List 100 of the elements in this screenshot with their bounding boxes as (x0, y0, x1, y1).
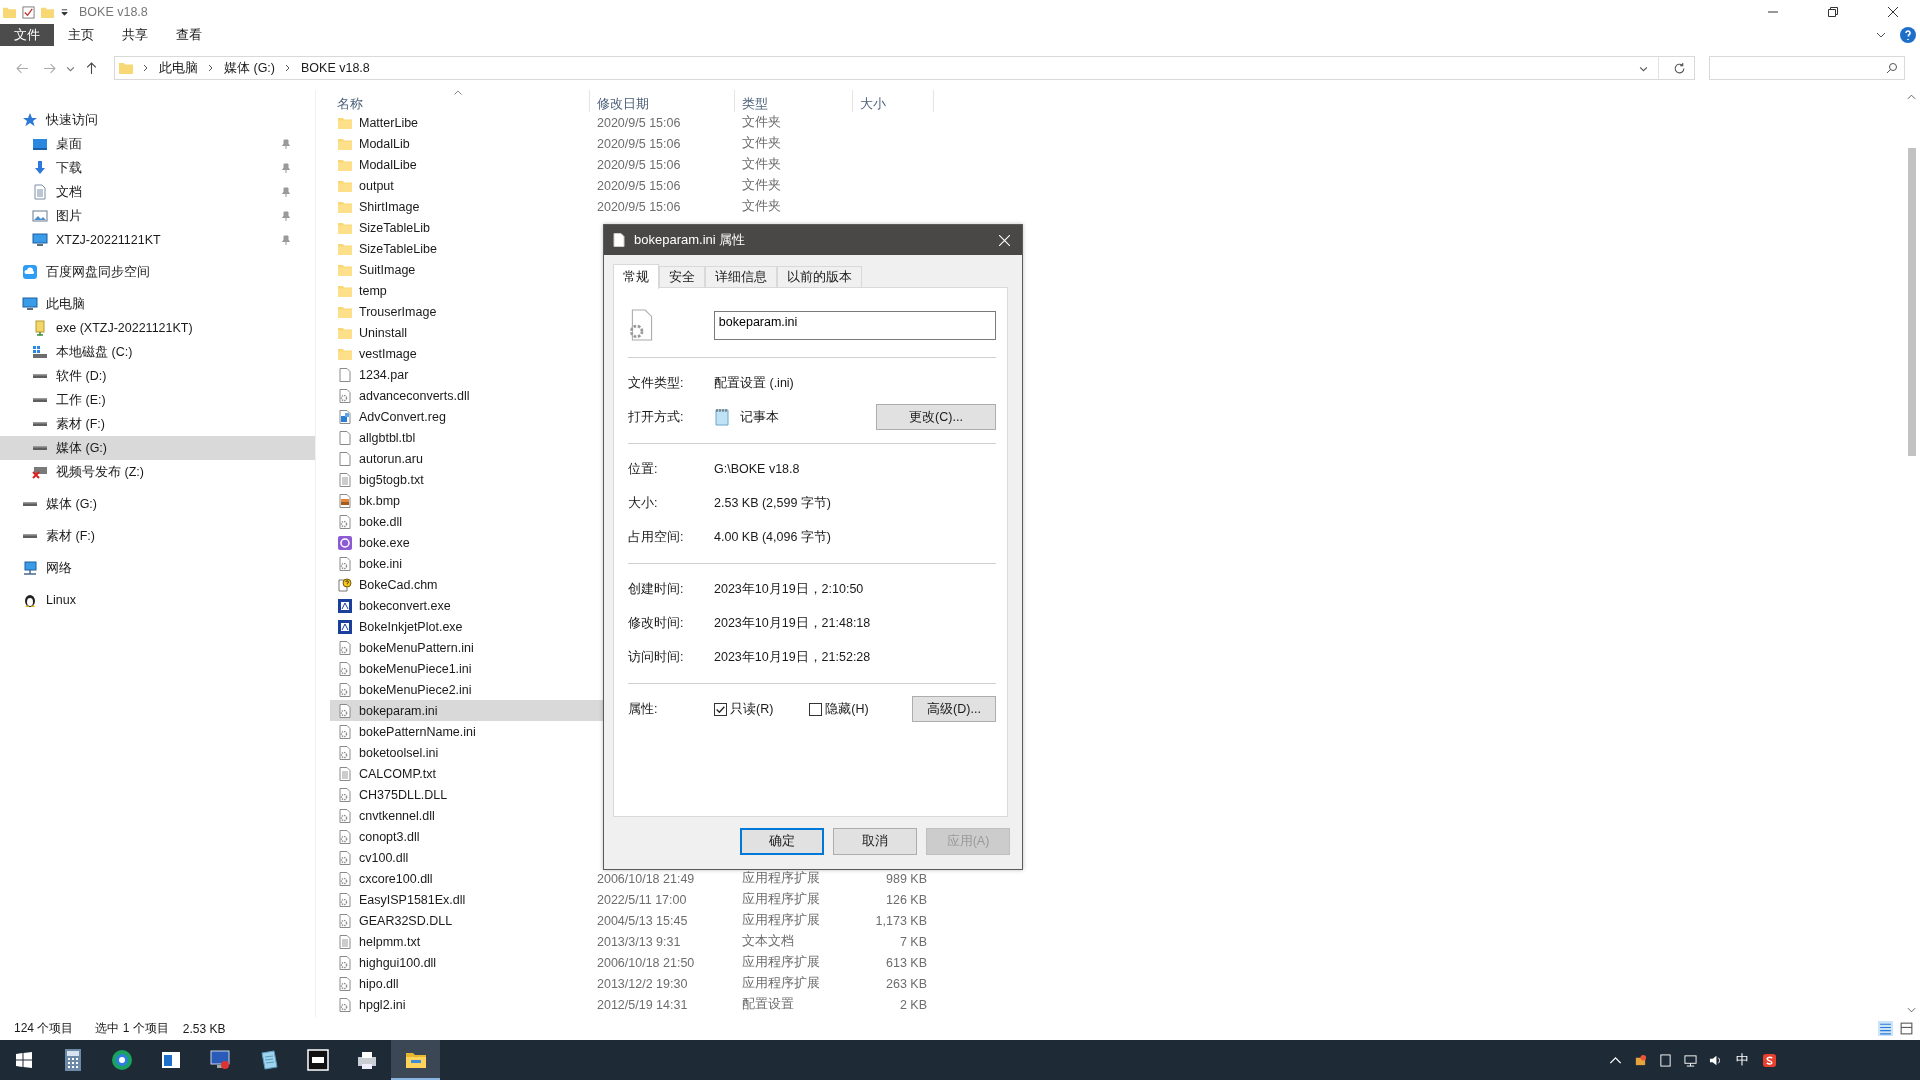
file-name[interactable]: SizeTableLibe (359, 241, 437, 256)
file-name[interactable]: cv100.dll (359, 850, 409, 865)
checkbox[interactable]: 只读(R) (714, 700, 774, 718)
nav-item[interactable]: 工作 (E:) (32, 389, 110, 411)
file-name[interactable]: bokePatternName.ini (359, 724, 476, 739)
scroll-down-icon[interactable] (1907, 1007, 1916, 1013)
file-name[interactable]: cnvtkennel.dll (359, 808, 435, 823)
taskbar-app[interactable] (391, 1040, 440, 1080)
file-name[interactable]: boke.ini (359, 556, 403, 571)
up-icon[interactable] (85, 61, 98, 75)
file-name[interactable]: temp (359, 283, 387, 298)
network-icon[interactable] (1684, 1053, 1697, 1067)
input-method-icon[interactable] (1763, 1053, 1776, 1067)
file-name[interactable]: highgui100.dll (359, 955, 437, 970)
nav-item[interactable]: 图片 (32, 205, 86, 227)
nav-item[interactable]: 文档 (32, 181, 86, 203)
chevron-icon[interactable] (1876, 30, 1886, 40)
nav-item[interactable]: 素材 (F:) (32, 413, 109, 435)
dialog-button[interactable]: 确定 (740, 828, 824, 855)
chevron-icon[interactable] (143, 64, 149, 72)
help-icon[interactable] (1900, 27, 1916, 43)
file-name[interactable]: SizeTableLib (359, 220, 430, 235)
file-name[interactable]: output (359, 178, 394, 193)
file-name[interactable]: bokeconvert.exe (359, 598, 451, 613)
file-name[interactable]: boketoolsel.ini (359, 745, 439, 760)
file-name[interactable]: vestImage (359, 346, 417, 361)
caret-icon[interactable] (60, 7, 69, 17)
dialog-button[interactable]: 取消 (833, 828, 917, 855)
chevron-icon[interactable] (208, 64, 214, 72)
checkbox[interactable]: 隐藏(H) (809, 700, 869, 718)
tab[interactable]: 常规 (613, 264, 659, 289)
chevron-icon[interactable] (285, 64, 291, 72)
file-name[interactable]: GEAR32SD.DLL (359, 913, 453, 928)
scroll-thumb[interactable] (1907, 148, 1916, 456)
file-name[interactable]: bokeMenuPiece2.ini (359, 682, 472, 697)
tab[interactable]: 以前的版本 (777, 266, 862, 288)
file-name[interactable]: CH375DLL.DLL (359, 787, 448, 802)
security-icon[interactable] (1634, 1053, 1647, 1067)
tab[interactable]: 安全 (659, 266, 705, 288)
column-header[interactable]: 名称 (330, 90, 590, 112)
file-name[interactable]: CALCOMP.txt (359, 766, 436, 781)
file-name[interactable]: EasyISP1581Ex.dll (359, 892, 466, 907)
advanced-button[interactable]: 高级(D)... (912, 696, 996, 722)
file-name[interactable]: ShirtImage (359, 199, 420, 214)
nav-item[interactable]: 软件 (D:) (32, 365, 111, 387)
nav-item[interactable]: 媒体 (G:) (22, 493, 101, 515)
nav-item[interactable]: 网络 (22, 557, 76, 579)
file-name[interactable]: bokeMenuPattern.ini (359, 640, 474, 655)
scroll-up-icon[interactable] (1907, 94, 1916, 100)
details-view-icon[interactable] (1878, 1021, 1893, 1036)
file-name[interactable]: conopt3.dll (359, 829, 420, 844)
file-name[interactable]: bk.bmp (359, 493, 400, 508)
nav-item[interactable]: XTZJ-20221121KT (32, 229, 165, 251)
file-name-field[interactable]: bokeparam.ini (713, 310, 996, 340)
nav-item[interactable]: 本地磁盘 (C:) (32, 341, 137, 363)
file-name[interactable]: 1234.par (359, 367, 409, 382)
file-name[interactable]: allgbtbl.tbl (359, 430, 416, 445)
nav-item[interactable]: 素材 (F:) (22, 525, 99, 547)
nav-item[interactable]: 视频号发布 (Z:) (32, 461, 148, 483)
address-bar[interactable]: 此电脑 媒体 (G:) BOKE v18.8 (114, 56, 1695, 80)
breadcrumb[interactable]: 媒体 (G:) (224, 59, 275, 77)
file-name[interactable]: bokeparam.ini (359, 703, 438, 718)
file-name[interactable]: boke.dll (359, 514, 403, 529)
nav-item[interactable]: 此电脑 (22, 293, 89, 315)
file-name[interactable]: bokeMenuPiece1.ini (359, 661, 472, 676)
tiles-view-icon[interactable] (1899, 1021, 1914, 1036)
ribbon-tab[interactable]: 共享 (108, 24, 162, 46)
nav-item[interactable]: 快速访问 (22, 109, 102, 131)
file-name[interactable]: MatterLibe (359, 115, 419, 130)
column-header[interactable]: 修改日期 (590, 90, 735, 112)
ribbon-tab[interactable]: 查看 (162, 24, 216, 46)
properties-icon[interactable] (22, 5, 35, 19)
file-name[interactable]: Uninstall (359, 325, 407, 340)
nav-item[interactable]: 下载 (32, 157, 86, 179)
column-header[interactable]: 类型 (735, 90, 853, 112)
file-name[interactable]: boke.exe (359, 535, 410, 550)
file-name[interactable]: advanceconverts.dll (359, 388, 470, 403)
input-method[interactable]: 中 (1736, 1051, 1749, 1069)
ribbon-tab[interactable]: 主页 (54, 24, 108, 46)
file-name[interactable]: BokeCad.chm (359, 577, 438, 592)
restore-icon[interactable] (1828, 7, 1838, 17)
file-name[interactable]: TrouserImage (359, 304, 437, 319)
file-name[interactable]: helpmm.txt (359, 934, 421, 949)
nav-item[interactable]: Linux (22, 589, 80, 611)
tab[interactable]: 详细信息 (705, 266, 777, 288)
file-name[interactable]: ModalLibe (359, 157, 417, 172)
file-name[interactable]: AdvConvert.reg (359, 409, 446, 424)
breadcrumb[interactable]: 此电脑 (159, 59, 198, 77)
search-field[interactable] (1709, 56, 1905, 80)
file-name[interactable]: big5togb.txt (359, 472, 424, 487)
file-name[interactable]: SuitImage (359, 262, 416, 277)
refresh-icon[interactable] (1673, 61, 1686, 75)
change-button[interactable]: 更改(C)... (876, 404, 996, 430)
nav-item[interactable]: 百度网盘同步空间 (22, 261, 154, 283)
close-icon[interactable] (1888, 7, 1898, 17)
file-name[interactable]: BokeInkjetPlot.exe (359, 619, 463, 634)
file-name[interactable]: hpgl2.ini (359, 997, 406, 1012)
file-name[interactable]: autorun.aru (359, 451, 423, 466)
ribbon-tab[interactable]: 文件 (0, 24, 54, 46)
nav-item[interactable]: 桌面 (32, 133, 86, 155)
